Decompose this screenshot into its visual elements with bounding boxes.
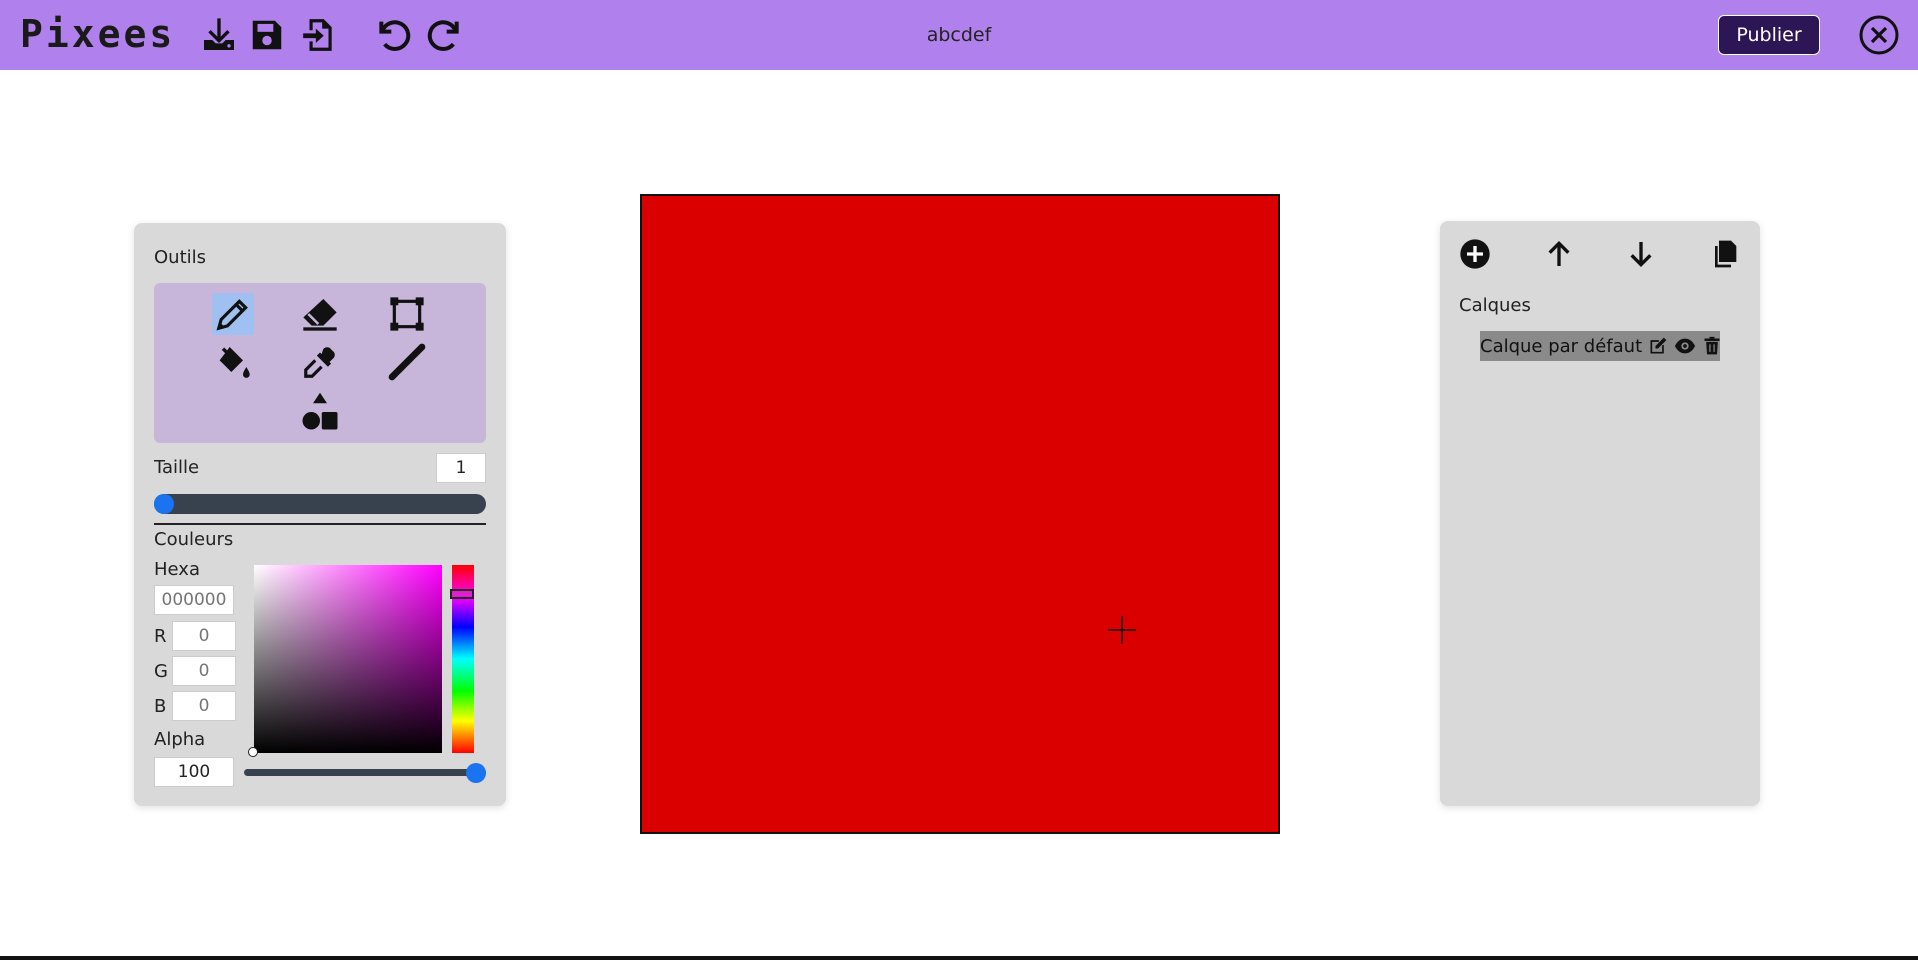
add-layer-icon[interactable] [1456,235,1494,273]
paint-bucket-tool-icon[interactable] [212,341,254,383]
line-tool-icon[interactable] [386,341,428,383]
color-picker-cursor[interactable] [248,747,258,757]
g-label: G [154,661,168,682]
hexa-input[interactable] [154,585,234,615]
colors-title: Couleurs [154,529,234,550]
download-icon[interactable] [198,14,240,56]
top-bar: Pixees abcdef Publier [0,0,1918,70]
layers-panel: Calques Calque par défaut [1440,221,1760,806]
layers-panel-title: Calques [1459,295,1531,316]
select-rect-tool-icon[interactable] [386,293,428,335]
save-icon[interactable] [246,14,288,56]
edit-layer-icon[interactable] [1648,334,1668,358]
section-divider [154,523,486,525]
size-label: Taille [154,457,200,478]
import-file-icon[interactable] [298,14,340,56]
delete-layer-icon[interactable] [1702,334,1722,358]
bottom-border [0,956,1918,960]
move-layer-down-icon[interactable] [1622,235,1660,273]
layer-name: Calque par défaut [1480,335,1643,357]
tools-panel-title: Outils [154,247,207,268]
eraser-tool-icon[interactable] [299,293,341,335]
alpha-slider-thumb[interactable] [466,763,486,783]
crosshair-cursor-icon [1108,616,1136,644]
redo-icon[interactable] [424,14,466,56]
alpha-label: Alpha [154,729,206,750]
g-input[interactable] [172,656,236,686]
duplicate-layer-icon[interactable] [1704,235,1742,273]
publish-button[interactable]: Publier [1718,15,1820,55]
shapes-tool-icon[interactable] [299,391,341,433]
size-slider-thumb[interactable] [154,494,174,514]
close-icon[interactable] [1858,14,1900,56]
app-logo: Pixees [20,12,176,56]
saturation-value-picker[interactable] [254,565,442,753]
alpha-slider[interactable] [244,763,486,783]
layer-item[interactable]: Calque par défaut [1480,331,1720,361]
alpha-input[interactable] [154,757,234,787]
tools-panel: Outils Taille Couleurs Hexa R G [134,223,506,806]
drawing-canvas[interactable] [640,194,1280,834]
size-input[interactable] [436,453,486,483]
move-layer-up-icon[interactable] [1540,235,1578,273]
hexa-label: Hexa [154,559,200,580]
r-label: R [154,626,167,647]
b-input[interactable] [172,691,236,721]
document-title[interactable]: abcdef [927,24,992,46]
eyedropper-tool-icon[interactable] [299,341,341,383]
hue-slider-marker[interactable] [450,589,474,599]
b-label: B [154,696,167,717]
tools-grid [154,283,486,443]
size-slider[interactable] [154,494,486,514]
r-input[interactable] [172,621,236,651]
pencil-tool-icon[interactable] [212,293,254,335]
undo-icon[interactable] [372,14,414,56]
visibility-eye-icon[interactable] [1674,334,1696,358]
